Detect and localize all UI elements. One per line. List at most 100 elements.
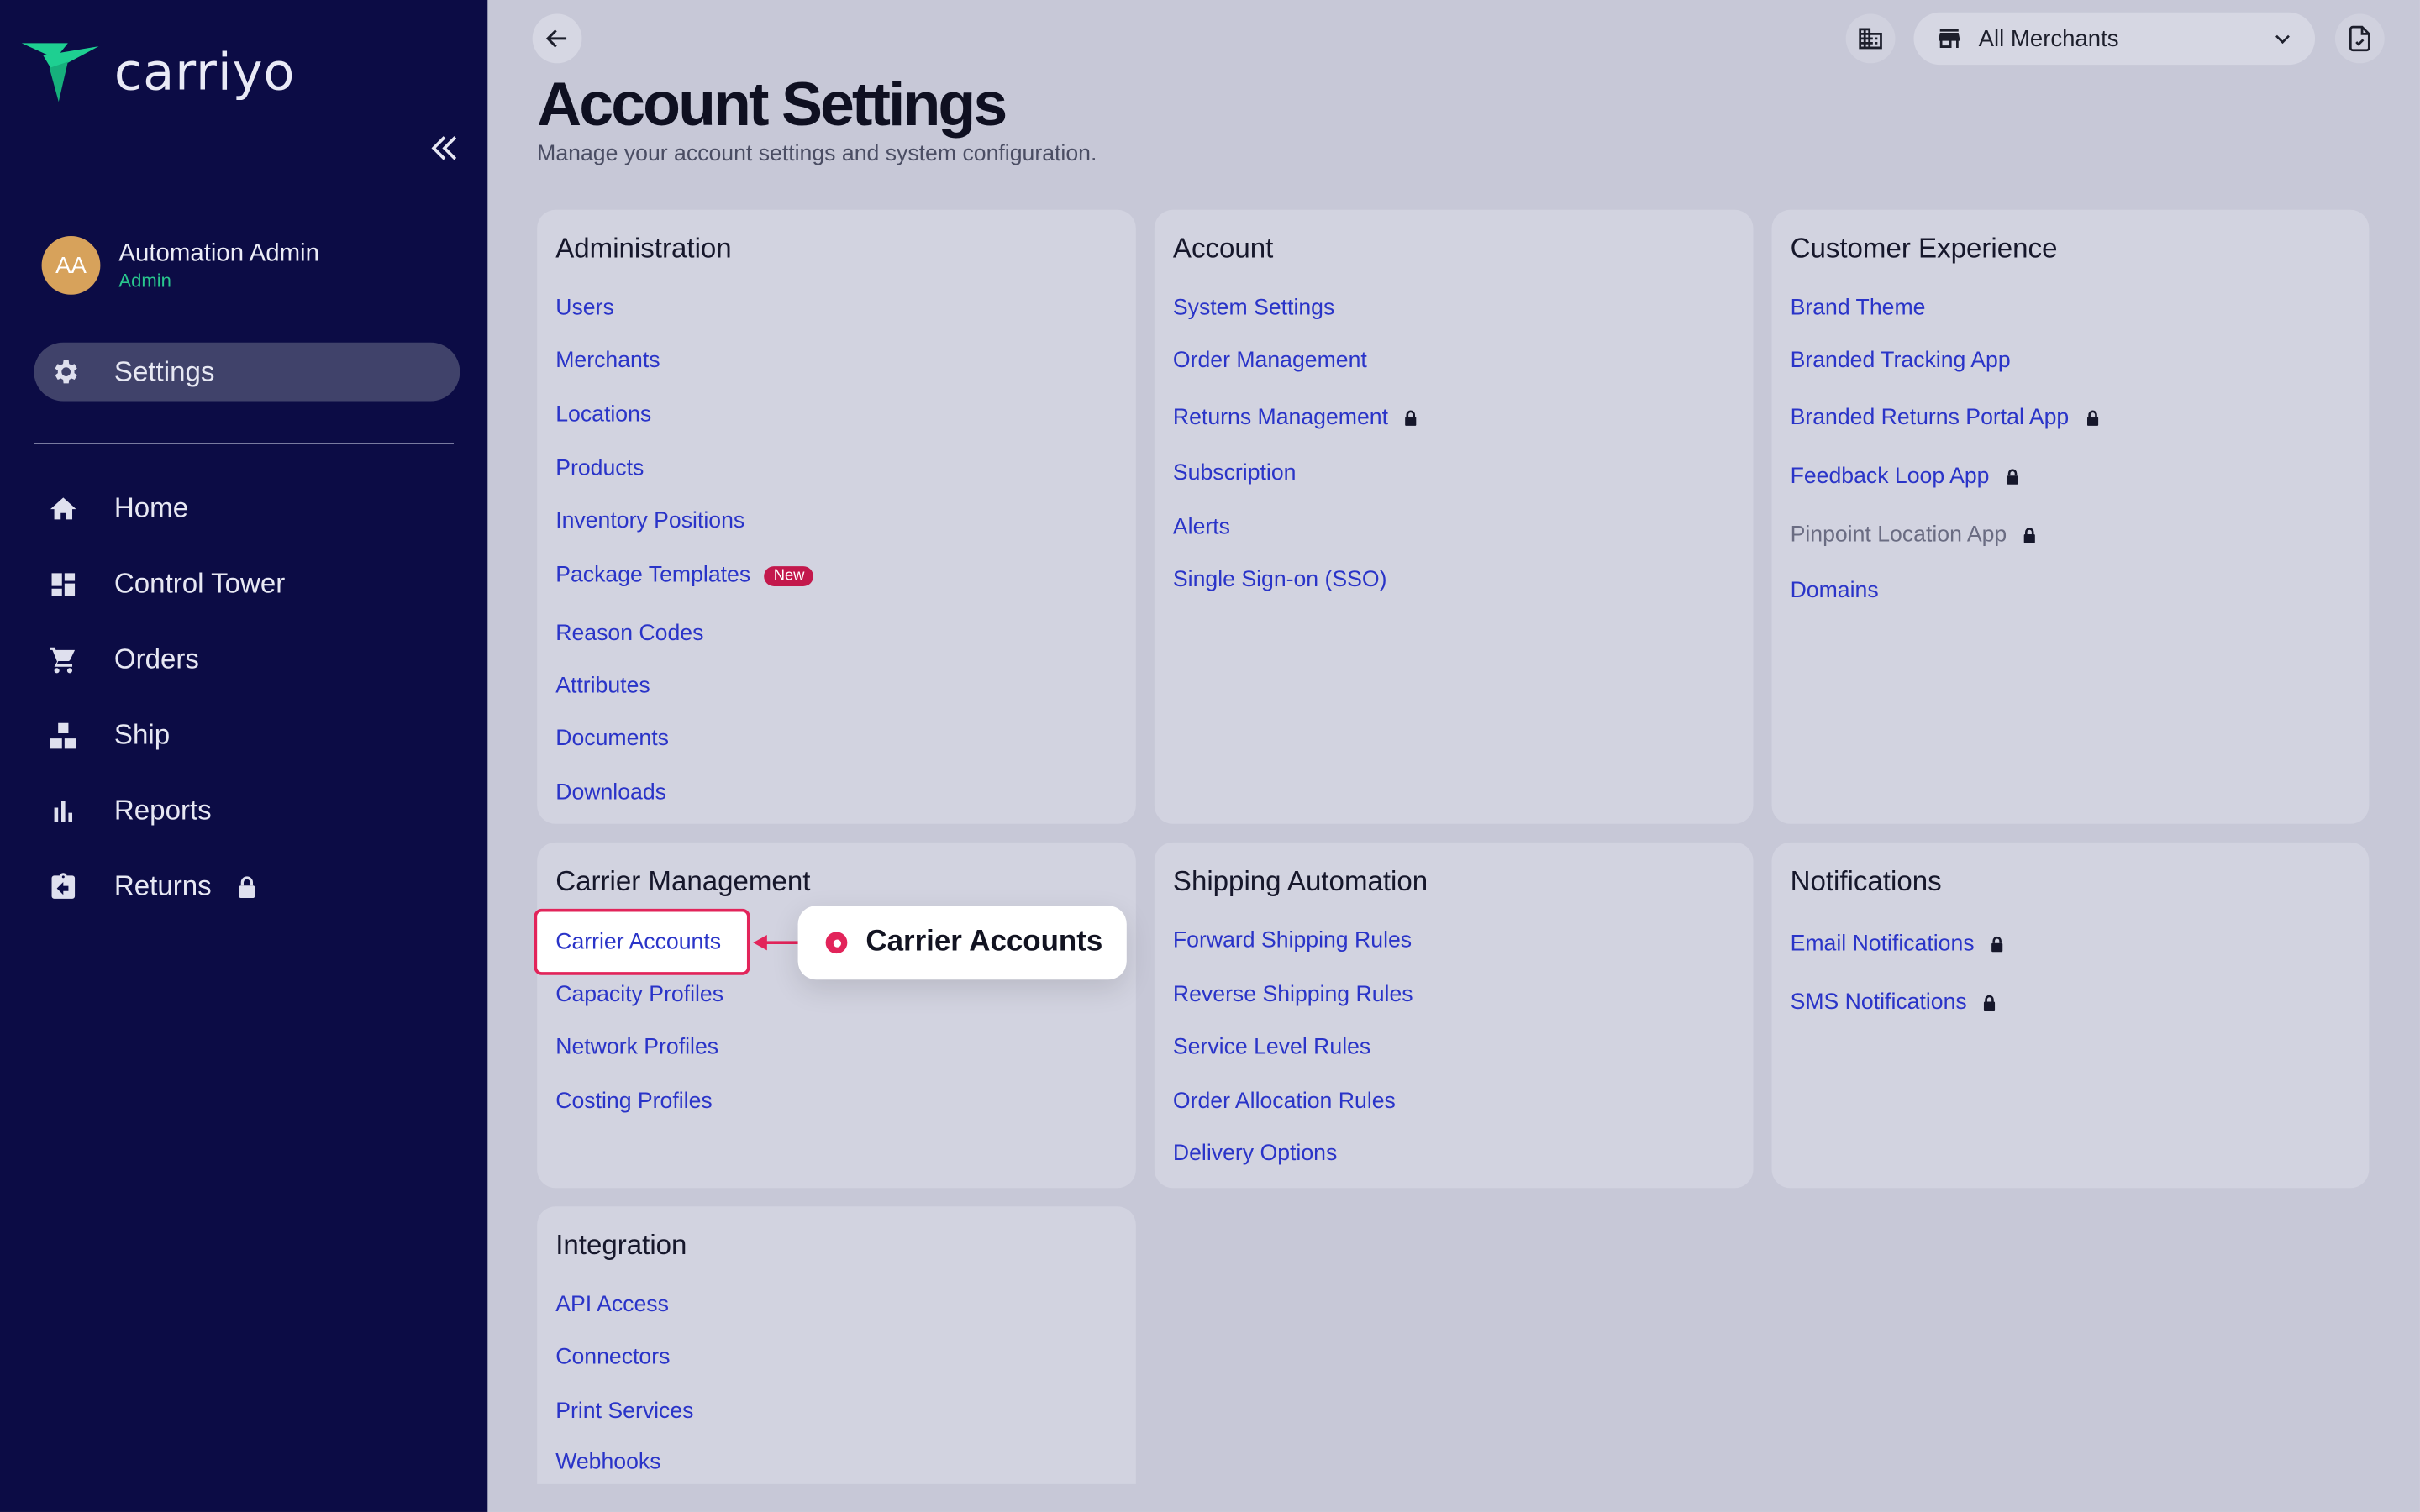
chevron-down-icon <box>2275 34 2290 45</box>
link-api-access[interactable]: API Access <box>555 1293 669 1317</box>
link-pinpoint-location-app: Pinpoint Location App <box>1791 523 2038 548</box>
sidebar-item-label: Home <box>113 491 189 523</box>
sidebar-nav: Home Control Tower Orders Ship Reports R… <box>0 470 487 924</box>
sidebar-item-orders[interactable]: Orders <box>0 622 487 697</box>
page-subtitle: Manage your account settings and system … <box>537 141 1097 167</box>
card-title: Integration <box>555 1229 687 1261</box>
link-label: Branded Returns Portal App <box>1790 406 2070 431</box>
link-delivery-options[interactable]: Delivery Options <box>1173 1142 1337 1166</box>
link-carrier-accounts[interactable]: Carrier Accounts <box>534 908 750 975</box>
link-sso[interactable]: Single Sign-on (SSO) <box>1173 568 1387 592</box>
user-role: Admin <box>118 270 171 292</box>
logo-icon <box>21 43 99 102</box>
carriyo-logo[interactable]: carriyo <box>21 40 296 102</box>
link-sms-notifications[interactable]: SMS Notifications <box>1791 990 1998 1016</box>
sidebar-item-reports[interactable]: Reports <box>0 773 487 848</box>
link-forward-shipping-rules[interactable]: Forward Shipping Rules <box>1173 929 1412 953</box>
link-merchants[interactable]: Merchants <box>555 349 660 373</box>
link-users[interactable]: Users <box>555 297 614 321</box>
link-costing-profiles[interactable]: Costing Profiles <box>555 1089 713 1114</box>
link-system-settings[interactable]: System Settings <box>1173 297 1334 321</box>
double-chevron-left-icon <box>431 136 457 160</box>
link-label: Feedback Loop App <box>1790 464 1990 490</box>
home-icon <box>50 496 76 519</box>
link-webhooks[interactable]: Webhooks <box>555 1450 660 1474</box>
lock-icon <box>2024 528 2036 543</box>
card-customer-experience: Customer Experience Brand Theme Branded … <box>1771 209 2370 824</box>
sidebar-item-label: Reports <box>113 794 212 826</box>
link-returns-management[interactable]: Returns Management <box>1173 406 1419 430</box>
link-print-services[interactable]: Print Services <box>555 1399 693 1424</box>
lock-icon <box>1991 936 2003 953</box>
card-title: Shipping Automation <box>1172 865 1428 897</box>
link-email-notifications[interactable]: Email Notifications <box>1790 932 2006 957</box>
merchant-select[interactable]: All Merchants <box>1913 12 2316 66</box>
link-products[interactable]: Products <box>555 457 644 481</box>
link-subscription[interactable]: Subscription <box>1173 461 1297 486</box>
lock-icon <box>239 875 255 898</box>
sidebar-item-label: Orders <box>113 643 199 675</box>
link-branded-returns-portal-app[interactable]: Branded Returns Portal App <box>1791 406 2100 430</box>
link-feedback-loop-app[interactable]: Feedback Loop App <box>1791 465 2021 489</box>
link-documents[interactable]: Documents <box>555 727 669 751</box>
document-check-icon <box>2349 25 2370 52</box>
link-brand-theme[interactable]: Brand Theme <box>1791 297 1926 321</box>
card-title: Carrier Management <box>555 865 811 897</box>
sidebar-divider <box>34 443 454 444</box>
sidebar-item-settings[interactable]: Settings <box>34 342 460 402</box>
link-downloads[interactable]: Downloads <box>555 780 666 805</box>
link-branded-tracking-app[interactable]: Branded Tracking App <box>1791 349 2011 373</box>
bar-chart-icon <box>54 800 73 822</box>
returns-icon <box>51 872 76 898</box>
logo-text: carriyo <box>113 40 296 102</box>
link-reason-codes[interactable]: Reason Codes <box>555 622 703 646</box>
dashboard-icon <box>51 572 76 596</box>
callout-label: Carrier Accounts <box>865 926 1103 958</box>
gear-icon <box>55 360 77 384</box>
card-administration: Administration Users Merchants Locations… <box>537 209 1136 824</box>
document-button[interactable] <box>2334 13 2385 64</box>
arrow-left-icon <box>545 29 567 48</box>
sidebar-item-ship[interactable]: Ship <box>0 697 487 773</box>
link-reverse-shipping-rules[interactable]: Reverse Shipping Rules <box>1173 983 1413 1007</box>
card-title: Customer Experience <box>1790 233 2058 265</box>
link-package-templates[interactable]: Package Templates New <box>555 563 814 588</box>
callout-dot-icon <box>825 932 848 954</box>
link-label: Email Notifications <box>1790 932 1975 957</box>
link-attributes[interactable]: Attributes <box>555 675 650 699</box>
link-locations[interactable]: Locations <box>555 402 651 427</box>
collapse-sidebar-button[interactable] <box>426 129 463 166</box>
avatar: AA <box>41 236 101 295</box>
store-icon <box>1939 29 1960 48</box>
boxes-icon <box>50 722 76 748</box>
sidebar-item-label: Returns <box>113 869 212 901</box>
card-notifications: Notifications Email Notifications SMS No… <box>1771 842 2370 1189</box>
link-order-management[interactable]: Order Management <box>1173 349 1367 373</box>
sidebar-item-returns[interactable]: Returns <box>0 848 487 924</box>
card-integration: Integration API Access Connectors Print … <box>537 1206 1136 1484</box>
link-capacity-profiles[interactable]: Capacity Profiles <box>555 983 723 1007</box>
sidebar-item-home[interactable]: Home <box>0 470 487 546</box>
sidebar-item-control-tower[interactable]: Control Tower <box>0 546 487 622</box>
card-title: Account <box>1172 233 1274 265</box>
building-icon <box>1859 28 1882 50</box>
link-order-allocation-rules[interactable]: Order Allocation Rules <box>1173 1089 1396 1114</box>
link-service-level-rules[interactable]: Service Level Rules <box>1173 1035 1370 1059</box>
cart-icon <box>50 646 76 673</box>
user-profile[interactable]: AA Automation Admin Admin <box>41 236 319 295</box>
lock-icon <box>2007 469 2018 485</box>
link-alerts[interactable]: Alerts <box>1173 515 1230 539</box>
new-badge: New <box>764 565 814 586</box>
card-account: Account System Settings Order Management… <box>1154 209 1754 824</box>
link-network-profiles[interactable]: Network Profiles <box>555 1035 718 1059</box>
link-connectors[interactable]: Connectors <box>555 1346 670 1370</box>
back-button[interactable] <box>532 13 582 64</box>
card-title: Notifications <box>1790 865 1942 897</box>
link-domains[interactable]: Domains <box>1791 579 1879 603</box>
merchant-select-value: All Merchants <box>1978 25 2119 52</box>
link-inventory-positions[interactable]: Inventory Positions <box>555 509 744 533</box>
card-shipping-automation: Shipping Automation Forward Shipping Rul… <box>1154 842 1754 1189</box>
lock-icon <box>1984 995 1996 1011</box>
tutorial-callout: Carrier Accounts <box>797 906 1127 980</box>
organization-button[interactable] <box>1845 13 1896 64</box>
